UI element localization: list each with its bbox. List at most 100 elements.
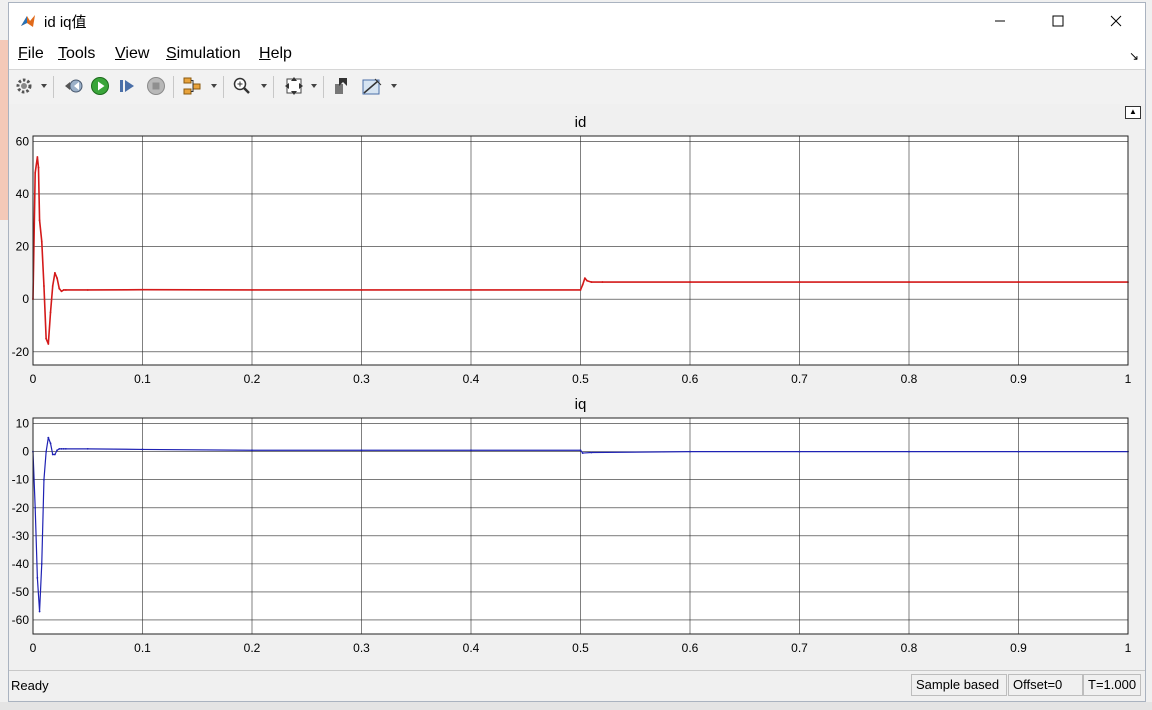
y-tick-label: -20 — [12, 501, 30, 515]
step-forward-button[interactable] — [117, 75, 139, 97]
minimize-icon — [995, 20, 1005, 22]
menu-bar: File Tools View Simulation Help ↘ — [9, 39, 1145, 69]
close-icon — [1110, 15, 1122, 27]
x-tick-label: 0.2 — [244, 641, 261, 655]
menu-file[interactable]: File — [18, 45, 44, 63]
data-point — [56, 449, 58, 452]
signal-select-button[interactable] — [181, 75, 203, 97]
plot-title: iq — [575, 396, 587, 413]
maximize-button[interactable] — [1029, 3, 1087, 39]
data-point — [43, 478, 45, 481]
highlight-button[interactable] — [331, 75, 353, 97]
data-point — [40, 240, 43, 243]
y-tick-label: -10 — [12, 473, 30, 487]
data-point — [47, 343, 50, 345]
data-point — [579, 449, 582, 452]
run-button[interactable] — [89, 75, 111, 97]
iq-plot: iq 0 0.1 0.2 0.3 0.4 0.5 0.6 0.7 0.8 0.9 1 -60 -50 -40… — [12, 396, 1132, 655]
x-tick-label: 0.6 — [682, 372, 699, 386]
data-point — [86, 447, 89, 450]
data-point — [45, 450, 48, 453]
x-tick-label: 0.1 — [134, 372, 151, 386]
data-point — [689, 450, 691, 453]
data-point — [798, 281, 801, 283]
menu-help[interactable]: Help — [259, 45, 292, 63]
zoom-dropdown-icon[interactable] — [261, 84, 267, 88]
data-point — [86, 289, 89, 291]
menu-tools[interactable]: Tools — [58, 45, 95, 63]
y-tick-label: 0 — [22, 292, 29, 306]
window-title: id iq值 — [44, 14, 87, 31]
x-tick-label: 0.1 — [134, 641, 151, 655]
x-tick-label: 0.7 — [791, 641, 808, 655]
measure-button[interactable] — [361, 75, 383, 97]
settings-button[interactable] — [13, 75, 35, 97]
minimize-button[interactable] — [971, 3, 1029, 39]
data-point — [38, 610, 41, 613]
x-tick-label: 0.5 — [572, 372, 589, 386]
data-point — [689, 281, 691, 283]
data-point — [37, 166, 40, 169]
data-point — [1017, 450, 1020, 453]
data-point — [58, 447, 61, 450]
y-tick-label: -40 — [12, 557, 30, 571]
zoom-button[interactable] — [231, 75, 253, 97]
data-point — [908, 450, 910, 453]
x-tick-label: 0.9 — [1010, 641, 1027, 655]
data-point — [34, 171, 37, 174]
data-point — [586, 279, 588, 282]
data-point — [51, 285, 54, 287]
toolbar-separator — [323, 76, 324, 98]
plot-title: id — [575, 114, 587, 131]
data-point — [1017, 281, 1020, 283]
data-point — [141, 448, 144, 451]
x-tick-label: 0.8 — [901, 372, 918, 386]
menu-simulation[interactable]: Simulation — [166, 45, 241, 63]
y-tick-label: 20 — [16, 240, 30, 254]
step-back-button[interactable] — [63, 75, 85, 97]
y-tick-label: 40 — [16, 187, 30, 201]
panel-toggle-icon[interactable]: ▲ — [1125, 106, 1141, 119]
data-point — [470, 449, 472, 452]
undock-arrow-icon[interactable]: ↘ — [1129, 49, 1139, 63]
fit-dropdown-icon[interactable] — [311, 84, 317, 88]
x-tick-label: 0.4 — [463, 372, 480, 386]
data-point — [579, 289, 582, 291]
data-point — [49, 442, 52, 445]
x-tick-label: 1 — [1125, 641, 1132, 655]
data-point — [590, 451, 593, 454]
toolbar-separator — [53, 76, 54, 98]
background-window-left — [0, 40, 8, 220]
close-button[interactable] — [1087, 3, 1145, 39]
x-tick-label: 1 — [1125, 372, 1132, 386]
signal-select-icon — [183, 77, 201, 95]
data-point — [47, 436, 50, 439]
toolbar — [9, 69, 1145, 105]
title-bar: id iq值 — [9, 3, 1145, 39]
toolbar-separator — [223, 76, 224, 98]
id-plot: id0 0.1 0.2 0.3 0.4 0.5 0.6 0.7 0.8 0.9 1-20020406… — [12, 114, 1132, 386]
data-point — [43, 285, 45, 287]
settings-dropdown-icon[interactable] — [41, 84, 47, 88]
x-tick-label: 0.3 — [353, 372, 370, 386]
scope-plots[interactable]: id0 0.1 0.2 0.3 0.4 0.5 0.6 0.7 0.8 0.9 1-20020406… — [9, 104, 1145, 672]
data-point — [49, 311, 52, 314]
data-point — [470, 289, 472, 291]
step-back-icon — [65, 79, 83, 93]
stop-button[interactable] — [145, 75, 167, 97]
measure-icon — [362, 78, 382, 95]
run-icon — [91, 77, 109, 95]
y-tick-label: -30 — [12, 529, 30, 543]
measure-dropdown-icon[interactable] — [391, 84, 397, 88]
menu-view[interactable]: View — [115, 45, 149, 63]
data-point — [62, 289, 65, 291]
scope-window: id iq值 File Tools View Simulation Help ↘ — [8, 2, 1146, 702]
signal-select-dropdown-icon[interactable] — [211, 84, 217, 88]
x-tick-label: 0.6 — [682, 641, 699, 655]
fit-button[interactable] — [283, 75, 305, 97]
y-tick-label: 60 — [16, 134, 30, 148]
data-point — [54, 453, 56, 456]
data-point — [56, 277, 58, 280]
status-time: T=1.000 — [1083, 674, 1141, 696]
toolbar-separator — [173, 76, 174, 98]
